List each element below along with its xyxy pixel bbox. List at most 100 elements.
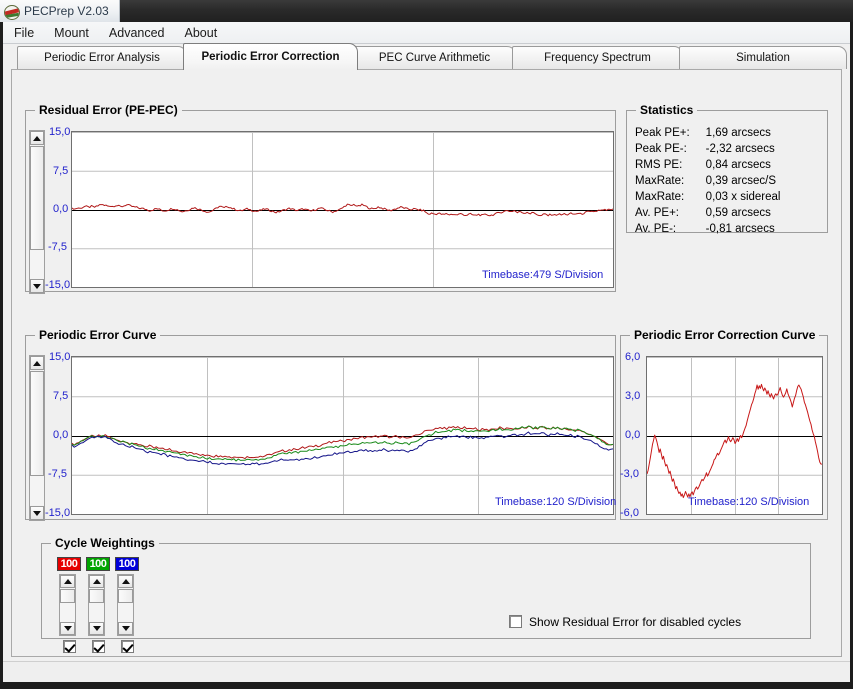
cycle-weight-column-3: 100 [115, 557, 139, 636]
stat-value: 0,03 x sidereal [705, 191, 781, 203]
stat-value: -2,32 arcsecs [705, 143, 775, 155]
pe-timebase-label: Timebase:120 S/Division [495, 496, 617, 508]
tab-frequency-spectrum[interactable]: Frequency Spectrum [512, 46, 683, 69]
pe-ytick-0: 15,0 [49, 351, 71, 363]
scroll-down-arrow-icon[interactable] [118, 622, 133, 635]
pec-correction-curve-title: Periodic Error Correction Curve [630, 328, 820, 342]
scrollbar-thumb[interactable] [89, 589, 104, 603]
statistics-title: Statistics [636, 103, 698, 117]
stat-key: Peak PE-: [635, 143, 687, 155]
cycle-weight-value-1[interactable]: 100 [57, 557, 81, 571]
scrollbar-thumb[interactable] [60, 589, 75, 603]
statistics-table: Peak PE+: 1,69 arcsecs Peak PE-: -2,32 a… [635, 125, 780, 237]
residual-ytick-2: 0,0 [53, 203, 69, 215]
stat-value: 0,39 arcsec/S [705, 175, 776, 187]
residual-ytick-4: -15,0 [45, 279, 71, 291]
pec-correction-curve-plot[interactable] [646, 356, 823, 515]
cycle-enable-checkbox-1[interactable] [63, 640, 76, 653]
cycle-weight-scrollbar-1[interactable] [59, 574, 76, 636]
scroll-down-arrow-icon[interactable] [89, 622, 104, 635]
table-row: MaxRate: 0,39 arcsec/S [635, 173, 780, 189]
cycle-weight-column-1: 100 [57, 557, 81, 636]
tab-periodic-error-correction[interactable]: Periodic Error Correction [183, 43, 358, 70]
application-window: PECPrep V2.03 File Mount Advanced About … [0, 0, 853, 689]
periodic-error-curve-vertical-scrollbar[interactable] [29, 355, 45, 521]
title-bar: PECPrep V2.03 [0, 0, 853, 23]
scrollbar-track[interactable] [30, 476, 44, 505]
menu-item-advanced[interactable]: Advanced [100, 24, 174, 42]
tab-periodic-error-analysis[interactable]: Periodic Error Analysis [17, 46, 187, 69]
scroll-up-arrow-icon[interactable] [60, 575, 75, 588]
menu-bar: File Mount Advanced About [3, 22, 850, 44]
cycle-enable-checkbox-2[interactable] [92, 640, 105, 653]
show-residual-error-label: Show Residual Error for disabled cycles [529, 615, 742, 629]
table-row: Av. PE-: -0,81 arcsecs [635, 221, 780, 237]
pe-ytick-4: -15,0 [45, 507, 71, 519]
pe-ytick-1: 7,5 [53, 390, 69, 402]
cycle-weight-value-2[interactable]: 100 [86, 557, 110, 571]
cycle-weightings-title: Cycle Weightings [51, 536, 159, 550]
scroll-up-arrow-icon[interactable] [89, 575, 104, 588]
stat-key: Peak PE+: [635, 127, 690, 139]
periodic-error-curve-plot[interactable] [71, 356, 614, 515]
residual-ytick-0: 15,0 [49, 126, 71, 138]
residual-ytick-1: 7,5 [53, 165, 69, 177]
tab-pec-curve-arithmetic[interactable]: PEC Curve Arithmetic [353, 46, 516, 69]
cycle-weight-value-3[interactable]: 100 [115, 557, 139, 571]
scrollbar-thumb[interactable] [118, 589, 133, 603]
status-bar [3, 661, 850, 682]
app-logo-icon [4, 4, 20, 20]
tab-panel-periodic-error-correction: Residual Error (PE-PEC) 15,0 7,5 0,0 -7,… [11, 69, 842, 657]
stat-key: Av. PE+: [635, 207, 680, 219]
window-body: File Mount Advanced About Periodic Error… [0, 22, 853, 682]
cycle-enable-checkbox-3[interactable] [121, 640, 134, 653]
table-row: Peak PE+: 1,69 arcsecs [635, 125, 780, 141]
residual-ytick-3: -7,5 [48, 241, 67, 253]
scroll-up-arrow-icon[interactable] [30, 131, 44, 145]
statistics-group: Statistics Peak PE+: 1,69 arcsecs Peak P… [626, 103, 828, 235]
scroll-down-arrow-icon[interactable] [30, 279, 44, 293]
scroll-up-arrow-icon[interactable] [118, 575, 133, 588]
scrollbar-thumb[interactable] [30, 371, 44, 476]
menu-item-mount[interactable]: Mount [45, 24, 98, 42]
pec-ytick-2: 0,0 [625, 429, 641, 441]
stat-key: MaxRate: [635, 191, 685, 203]
pec-ytick-1: 3,0 [625, 390, 641, 402]
show-residual-error-checkbox[interactable] [509, 615, 522, 628]
pec-ytick-3: -3,0 [620, 468, 639, 480]
table-row: Peak PE-: -2,32 arcsecs [635, 141, 780, 157]
table-row: Av. PE+: 0,59 arcsecs [635, 205, 780, 221]
pec-ytick-4: -6,0 [620, 507, 639, 519]
stat-key: MaxRate: [635, 175, 685, 187]
pec-timebase-label: Timebase:120 S/Division [688, 496, 810, 508]
scroll-down-arrow-icon[interactable] [60, 622, 75, 635]
cycle-weight-scrollbar-3[interactable] [117, 574, 134, 636]
window-title: PECPrep V2.03 [24, 4, 109, 18]
menu-item-about[interactable]: About [176, 24, 227, 42]
scrollbar-track[interactable] [60, 603, 75, 622]
scrollbar-thumb[interactable] [30, 146, 44, 250]
cycle-weight-scrollbar-2[interactable] [88, 574, 105, 636]
stat-value: 0,59 arcsecs [705, 207, 771, 219]
stat-value: 0,84 arcsecs [705, 159, 771, 171]
table-row: MaxRate: 0,03 x sidereal [635, 189, 780, 205]
menu-item-file[interactable]: File [5, 24, 43, 42]
pe-ytick-3: -7,5 [48, 468, 67, 480]
residual-error-vertical-scrollbar[interactable] [29, 130, 45, 294]
residual-error-plot[interactable] [71, 131, 614, 288]
scroll-down-arrow-icon[interactable] [30, 506, 44, 520]
stat-key: Av. PE-: [635, 223, 677, 235]
scrollbar-track[interactable] [30, 250, 44, 279]
stat-key: RMS PE: [635, 159, 683, 171]
cycle-weight-column-2: 100 [86, 557, 110, 636]
scrollbar-track[interactable] [89, 603, 104, 622]
residual-error-title: Residual Error (PE-PEC) [35, 103, 182, 117]
window-bottom-border [0, 682, 853, 689]
periodic-error-curve-title: Periodic Error Curve [35, 328, 161, 342]
title-strip: PECPrep V2.03 [0, 0, 120, 22]
tab-strip: Periodic Error Analysis Periodic Error C… [3, 43, 850, 70]
scroll-up-arrow-icon[interactable] [30, 356, 44, 370]
scrollbar-track[interactable] [118, 603, 133, 622]
stat-value: 1,69 arcsecs [705, 127, 771, 139]
tab-simulation[interactable]: Simulation [679, 46, 847, 69]
